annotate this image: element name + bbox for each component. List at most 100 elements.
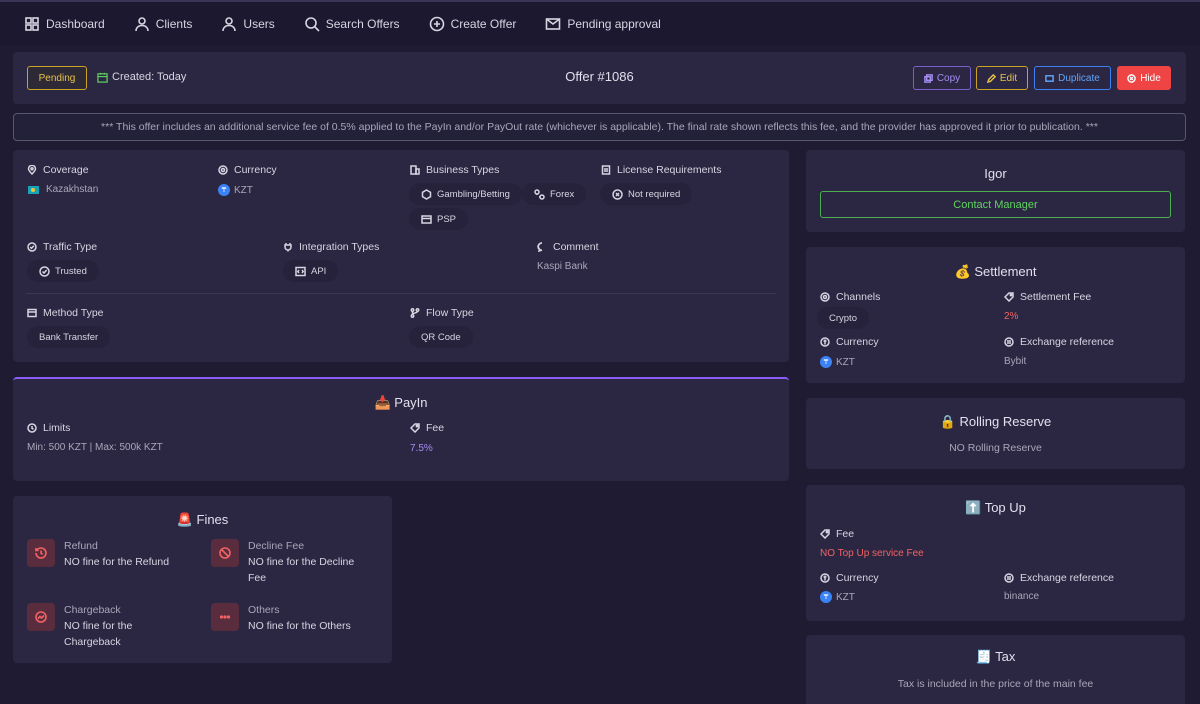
duplicate-button[interactable]: Duplicate: [1034, 66, 1111, 90]
plug-icon: [284, 243, 292, 252]
duplicate-label: Duplicate: [1058, 72, 1100, 84]
payin-title: 📥 PayIn: [13, 395, 789, 411]
currency-label-text: Currency: [234, 164, 277, 176]
business-type-text: Forex: [550, 188, 575, 200]
dashboard-icon: [24, 16, 40, 32]
plus-circle-icon: [429, 16, 445, 32]
nav-dashboard[interactable]: Dashboard: [24, 16, 105, 32]
forex-icon: [534, 188, 545, 200]
settlement-fee-label-text: Settlement Fee: [1020, 291, 1092, 303]
business-type-chip: PSP: [409, 208, 469, 230]
method-type-chip: Bank Transfer: [27, 326, 111, 348]
flow-type-label: Flow Type: [410, 307, 474, 319]
settlement-exchange-label: Exchange reference: [1004, 336, 1114, 348]
rolling-reserve-value: NO Rolling Reserve: [949, 442, 1042, 454]
close-circle-icon: [1127, 73, 1137, 83]
integration-types-label-text: Integration Types: [299, 241, 380, 253]
currency-label: Currency: [218, 164, 277, 176]
business-types-label: Business Types: [410, 164, 499, 176]
rolling-reserve-title: 🔒 Rolling Reserve: [806, 414, 1185, 430]
offer-header: Pending Created: Today Offer #1086 Copy …: [13, 52, 1186, 104]
nav-pending-approval[interactable]: Pending approval: [545, 16, 661, 32]
decline-fee-value-line1: NO fine for the Decline: [248, 556, 355, 568]
nav-users[interactable]: Users: [221, 16, 275, 32]
chargeback-icon: [27, 603, 55, 631]
tax-card: 🧾 Tax Tax is included in the price of th…: [806, 635, 1185, 704]
others-label: Others: [248, 604, 280, 616]
x-circle-icon: [612, 188, 623, 200]
user-icon: [221, 16, 237, 32]
money-bag-icon: 💰: [954, 264, 971, 279]
nav-clients[interactable]: Clients: [134, 16, 193, 32]
bank-icon: [27, 308, 37, 318]
pencil-icon: [986, 73, 996, 83]
nav-dashboard-label: Dashboard: [46, 17, 105, 31]
top-up-card: ⬆️ Top Up Fee NO Top Up service Fee Curr…: [806, 485, 1185, 621]
tenge-coin-icon: ₸: [820, 356, 832, 368]
nav-create-offer[interactable]: Create Offer: [429, 16, 516, 32]
hide-button[interactable]: Hide: [1117, 66, 1171, 90]
nav-clients-label: Clients: [155, 17, 193, 31]
nav-users-label: Users: [243, 17, 275, 31]
nav-search-offers[interactable]: Search Offers: [304, 16, 400, 32]
ban-icon: [211, 539, 239, 567]
check-circle-icon: [39, 265, 50, 277]
top-up-currency-value: ₸ KZT: [820, 591, 855, 603]
settlement-fee-label: Settlement Fee: [1004, 291, 1091, 303]
offer-details: Coverage Kazakhstan Currency ₸ KZT Busin…: [13, 150, 789, 362]
more-dots-icon: [211, 603, 239, 631]
search-icon: [304, 16, 320, 32]
license-chip: Not required: [600, 183, 693, 205]
nav-pending-approval-label: Pending approval: [567, 17, 661, 31]
limits-label-text: Limits: [43, 422, 71, 434]
refund-value: NO fine for the Refund: [64, 556, 170, 568]
license-value-text: Not required: [628, 188, 681, 200]
coverage-label-text: Coverage: [43, 164, 89, 176]
tag-icon: [1004, 292, 1014, 302]
nav-search-offers-label: Search Offers: [325, 17, 400, 31]
rolling-reserve-title-text: Rolling Reserve: [959, 414, 1052, 429]
settlement-title-text: Settlement: [974, 264, 1037, 279]
tenge-coin-icon: ₸: [820, 591, 832, 603]
integration-type-text: API: [311, 265, 327, 277]
edit-button[interactable]: Edit: [976, 66, 1028, 90]
siren-icon: 🚨: [176, 512, 193, 527]
duplicate-icon: [1045, 74, 1054, 82]
clock-icon: [27, 423, 37, 433]
rolling-reserve-card: 🔒 Rolling Reserve NO Rolling Reserve: [806, 398, 1185, 469]
flow-type-chip: QR Code: [409, 326, 473, 348]
channel-icon: [820, 292, 830, 302]
contact-manager-button[interactable]: Contact Manager: [820, 191, 1171, 218]
limits-value: Min: 500 KZT | Max: 500k KZT: [27, 442, 163, 453]
traffic-type-label: Traffic Type: [27, 241, 97, 253]
coverage-label: Coverage: [27, 164, 89, 176]
tax-title-text: Tax: [995, 649, 1016, 664]
document-icon: [601, 165, 611, 175]
channels-chip: Crypto: [817, 307, 869, 329]
traffic-type-label-text: Traffic Type: [43, 241, 98, 253]
currency-icon: [218, 165, 228, 175]
inbox-icon: 📥: [374, 395, 391, 410]
channels-label-text: Channels: [836, 291, 881, 303]
settlement-currency-value: ₸ KZT: [820, 356, 855, 368]
top-up-currency-label: Currency: [820, 572, 879, 584]
business-type-chip: Forex: [522, 183, 587, 205]
limits-label: Limits: [27, 422, 70, 434]
comment-label-text: Comment: [553, 241, 599, 253]
service-fee-notice: *** This offer includes an additional se…: [13, 113, 1186, 141]
payin-fee-value: 7.5%: [410, 443, 433, 454]
dice-icon: [421, 188, 432, 200]
copy-button[interactable]: Copy: [913, 66, 971, 90]
business-type-chip: Gambling/Betting: [409, 183, 522, 205]
top-up-fee-label-text: Fee: [836, 528, 855, 540]
top-up-title-text: Top Up: [984, 500, 1026, 515]
history-icon: [27, 539, 55, 567]
tax-value: Tax is included in the price of the main…: [897, 678, 1094, 690]
copy-icon: [923, 73, 933, 83]
top-up-currency-text: KZT: [836, 591, 855, 603]
check-circle-icon: [27, 242, 37, 252]
kazakhstan-flag-icon: [28, 185, 39, 194]
comment-icon: [537, 242, 543, 252]
card-icon: [421, 214, 432, 224]
receipt-icon: 🧾: [975, 649, 992, 664]
